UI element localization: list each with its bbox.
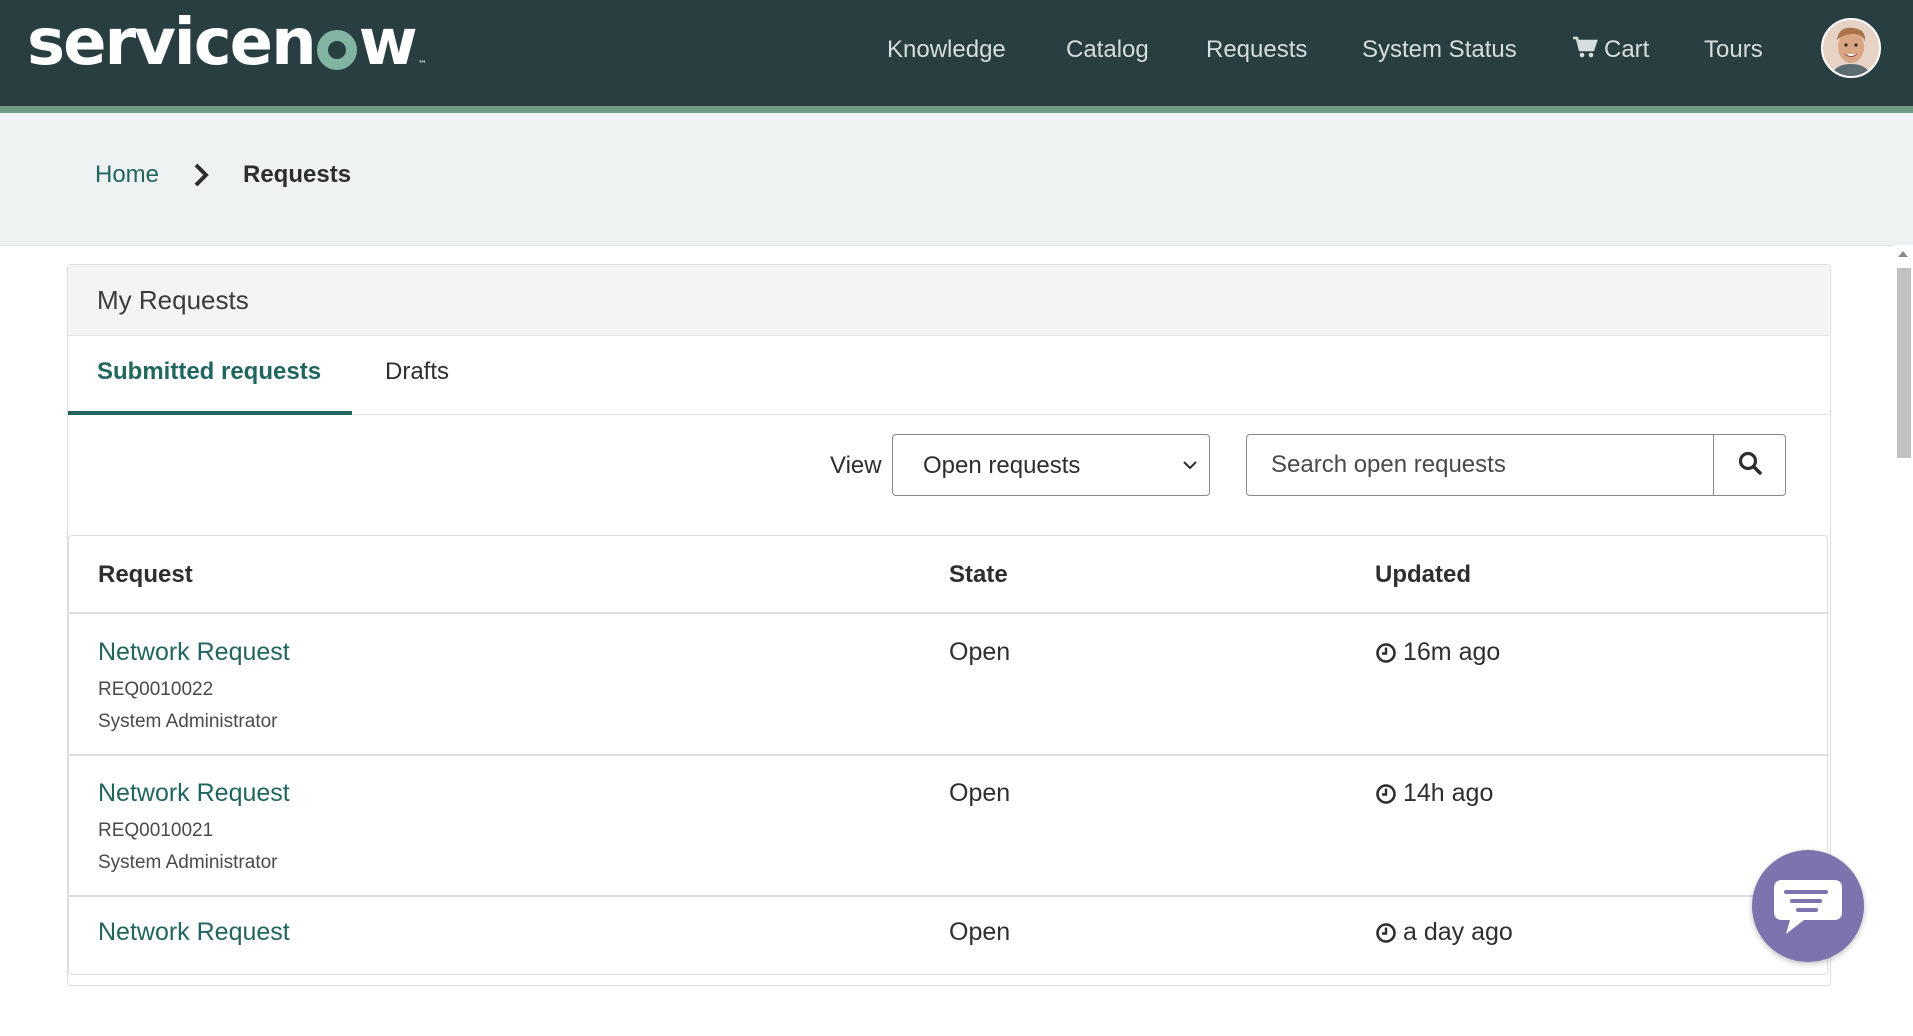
nav-tours[interactable]: Tours <box>1704 30 1763 70</box>
panel-title: My Requests <box>97 285 249 315</box>
nav-requests-label: Requests <box>1206 36 1308 63</box>
search-icon <box>1737 450 1763 481</box>
requests-table: Request State Updated Network Request RE… <box>68 535 1828 975</box>
request-link[interactable]: Network Request <box>98 918 290 947</box>
request-state: Open <box>949 918 1011 946</box>
chat-bubble-icon <box>1752 880 1864 966</box>
table-row[interactable]: Network Request REQ0010021 System Admini… <box>69 755 1827 897</box>
nav-catalog-label: Catalog <box>1066 36 1149 63</box>
clock-icon <box>1376 642 1396 663</box>
request-updated: 16m ago <box>1375 638 1500 667</box>
tab-submitted-requests[interactable]: Submitted requests <box>97 358 321 386</box>
request-state: Open <box>949 779 1011 807</box>
breadcrumb-current: Requests <box>243 161 352 188</box>
chevron-down-icon <box>1179 456 1201 474</box>
request-updated: 14h ago <box>1375 779 1493 808</box>
nav-tours-label: Tours <box>1704 36 1763 63</box>
column-header-state[interactable]: State <box>949 561 1008 589</box>
request-link[interactable]: Network Request <box>98 779 290 808</box>
search-button[interactable] <box>1713 435 1785 495</box>
request-updated-text: 14h ago <box>1403 779 1494 807</box>
active-tab-indicator <box>68 411 352 415</box>
nav-cart[interactable]: Cart <box>1572 30 1649 70</box>
request-number: REQ0010021 <box>98 820 214 841</box>
request-link[interactable]: Network Request <box>98 638 290 667</box>
scrollbar-thumb[interactable] <box>1897 268 1911 458</box>
nav-knowledge-label: Knowledge <box>887 36 1006 63</box>
view-select[interactable]: Open requests <box>892 434 1210 496</box>
table-row[interactable]: Network Request Open a day ago <box>69 896 1827 1036</box>
table-header: Request State Updated <box>69 536 1827 614</box>
view-label: View <box>830 452 882 479</box>
nav-knowledge[interactable]: Knowledge <box>887 30 1006 70</box>
requested-by: System Administrator <box>98 852 278 873</box>
request-updated-text: a day ago <box>1403 918 1513 946</box>
chevron-right-icon <box>190 160 214 190</box>
requested-by: System Administrator <box>98 711 278 732</box>
view-select-value: Open requests <box>923 452 1081 479</box>
nav-system-status-label: System Status <box>1362 36 1517 63</box>
nav-requests[interactable]: Requests <box>1206 30 1307 70</box>
scroll-up-arrow-icon[interactable] <box>1898 251 1908 257</box>
navbar-accent-stripe <box>0 106 1913 113</box>
logo-o-mark <box>316 30 357 70</box>
servicenow-logo[interactable]: servicen w ™ <box>27 8 427 78</box>
request-state: Open <box>949 638 1011 666</box>
nav-catalog[interactable]: Catalog <box>1066 30 1149 70</box>
search-input[interactable] <box>1247 435 1717 495</box>
cart-icon <box>1572 36 1598 65</box>
chat-button[interactable] <box>1752 850 1864 962</box>
search-box <box>1246 434 1786 496</box>
user-avatar[interactable] <box>1821 18 1881 78</box>
tab-drafts[interactable]: Drafts <box>385 358 449 386</box>
request-updated-text: 16m ago <box>1403 638 1501 666</box>
nav-cart-label: Cart <box>1604 36 1650 63</box>
nav-system-status[interactable]: System Status <box>1362 30 1517 70</box>
request-number: REQ0010022 <box>98 679 214 700</box>
table-row[interactable]: Network Request REQ0010022 System Admini… <box>69 614 1827 756</box>
column-header-request[interactable]: Request <box>98 561 193 589</box>
panel-header <box>68 265 1829 336</box>
breadcrumb-home[interactable]: Home <box>95 161 159 189</box>
clock-icon <box>1376 783 1396 804</box>
clock-icon <box>1376 922 1396 943</box>
column-header-updated[interactable]: Updated <box>1375 561 1471 589</box>
request-updated: a day ago <box>1375 918 1513 947</box>
